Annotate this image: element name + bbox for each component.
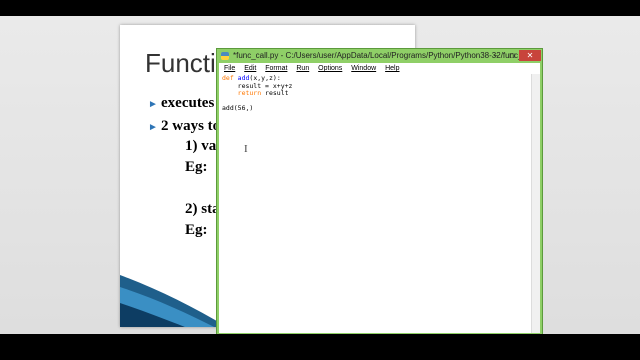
menu-format[interactable]: Format	[265, 63, 287, 74]
minimize-button[interactable]: –	[489, 50, 503, 61]
slide-line-3: 1) va	[185, 138, 217, 154]
window-title: *func_call.py - C:/Users/user/AppData/Lo…	[233, 51, 530, 60]
slide-line-1: executes	[161, 95, 215, 111]
i-beam-cursor-icon: I	[244, 143, 248, 155]
slide-line-4: Eg:	[185, 159, 208, 175]
menu-help[interactable]: Help	[385, 63, 399, 74]
menu-edit[interactable]: Edit	[244, 63, 256, 74]
slide-title: Functi	[145, 48, 216, 78]
slide-line-6: Eg:	[185, 222, 208, 238]
menu-window[interactable]: Window	[351, 63, 376, 74]
python-icon	[221, 52, 229, 60]
menu-file[interactable]: File	[224, 63, 235, 74]
bottom-black-bar	[0, 334, 640, 360]
bullet-arrow-icon: ►	[148, 122, 158, 133]
bullet-arrow-icon: ►	[148, 99, 158, 110]
code-text[interactable]: def add(x,y,z): result = x+y+z return re…	[222, 74, 292, 113]
close-button[interactable]: ✕	[519, 50, 541, 61]
code-return-value: result	[261, 89, 289, 98]
menu-options[interactable]: Options	[318, 63, 342, 74]
code-editor[interactable]: def add(x,y,z): result = x+y+z return re…	[219, 74, 531, 333]
slide-line-2: 2 ways to	[161, 118, 221, 134]
vertical-scrollbar[interactable]	[531, 74, 540, 333]
maximize-button[interactable]: □	[505, 50, 519, 61]
slide-line-5: 2) sta	[185, 201, 220, 217]
menu-bar: File Edit Format Run Options Window Help	[219, 63, 540, 74]
window-titlebar[interactable]: *func_call.py - C:/Users/user/AppData/Lo…	[217, 49, 542, 63]
code-line-5: add(56,)	[222, 104, 254, 113]
keyword-return: return	[237, 89, 262, 98]
menu-run[interactable]: Run	[296, 63, 309, 74]
idle-editor-window[interactable]: *func_call.py - C:/Users/user/AppData/Lo…	[216, 48, 543, 335]
